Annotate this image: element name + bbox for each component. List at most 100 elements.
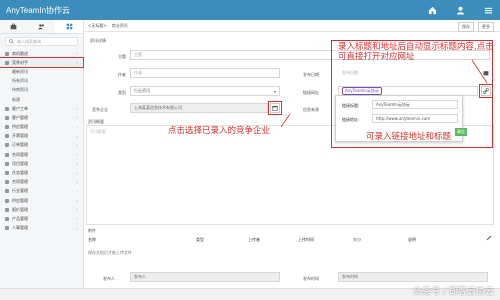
attachments-header: 名称 类型 上传者 上传时间 大小 说明 bbox=[88, 237, 493, 243]
sidebar-item-label: 待审资讯 bbox=[12, 87, 28, 93]
sidebar-tabs bbox=[0, 20, 84, 34]
menu-item-icon bbox=[5, 226, 9, 231]
app-title: AnyTeamIn协作云 bbox=[6, 5, 71, 15]
sidebar-item[interactable]: 所有资讯 bbox=[0, 77, 83, 86]
more-button[interactable]: 更多 bbox=[478, 22, 494, 32]
menu-item-icon bbox=[5, 106, 9, 111]
home-icon[interactable] bbox=[426, 4, 438, 16]
sidebar-item[interactable]: 产品管理 › bbox=[0, 214, 83, 223]
subject-placeholder: 主题 bbox=[134, 52, 142, 57]
chevron-right-icon: › bbox=[76, 106, 78, 112]
sidebar-item[interactable]: 商机跟进 › bbox=[0, 49, 83, 58]
chevron-down-icon: ▾ bbox=[273, 88, 276, 94]
att-col-type: 类型 bbox=[196, 237, 204, 242]
sidebar-item-label: 竞争对手 bbox=[12, 59, 28, 65]
user-icon[interactable] bbox=[454, 4, 466, 16]
menu-item-icon bbox=[5, 152, 9, 157]
publish-date-label: 发布日期 bbox=[303, 72, 319, 77]
subject-label: 主题 bbox=[118, 54, 126, 59]
section-details-title: 资讯详情 bbox=[90, 38, 106, 43]
publisher-label: 发布人 bbox=[103, 276, 115, 281]
sidebar: 输入搜索查询 商机跟进 › 竞争对手 › 最新资讯 所有资讯 待审资讯 新建 客户工单 › 客户管理… bbox=[0, 20, 84, 288]
sidebar-item[interactable]: 开票管理 › bbox=[0, 132, 83, 141]
sidebar-tab-grid[interactable] bbox=[55, 20, 84, 33]
sidebar-item[interactable]: 供应管理 › bbox=[0, 123, 83, 132]
tab-untitled[interactable]: <无标题> bbox=[88, 23, 107, 29]
sidebar-item[interactable]: 合同管理 › bbox=[0, 150, 83, 159]
att-col-size: 大小 bbox=[353, 237, 361, 242]
sidebar-item-label: 商机跟进 bbox=[12, 50, 28, 56]
save-button[interactable]: 保存 bbox=[458, 22, 474, 32]
sidebar-item[interactable]: 行业管理 › bbox=[0, 187, 83, 196]
menu-item-icon bbox=[5, 115, 9, 120]
menu-item-icon bbox=[5, 171, 9, 176]
sidebar-item-label: 任务管理 bbox=[12, 170, 28, 176]
briefcase-icon bbox=[11, 23, 17, 30]
attachments-empty-text: 保存文档后才能上传文件 bbox=[88, 250, 132, 255]
chevron-right-icon: › bbox=[76, 161, 78, 167]
sidebar-item[interactable]: 客户工单 › bbox=[0, 104, 83, 113]
chevron-right-icon: › bbox=[76, 142, 78, 148]
sidebar-item-label: 订单管理 bbox=[12, 142, 28, 148]
publisher-input[interactable]: 发布人 bbox=[130, 272, 280, 282]
sidebar-search-placeholder: 输入搜索查询 bbox=[17, 38, 41, 44]
sidebar-search-input[interactable]: 输入搜索查询 bbox=[5, 37, 78, 46]
chevron-right-icon: › bbox=[76, 207, 78, 213]
sidebar-item[interactable]: 竞争对手 › bbox=[0, 57, 84, 69]
sidebar-menu: 商机跟进 › 竞争对手 › 最新资讯 所有资讯 待审资讯 新建 客户工单 › 客户管理 › 供应管理 › 开… bbox=[0, 49, 84, 233]
sidebar-item-label: 最新资讯 bbox=[12, 68, 28, 74]
chevron-right-icon: › bbox=[76, 216, 78, 222]
sidebar-item-label: 供应管理 bbox=[12, 124, 28, 130]
sidebar-item-label: 所有资讯 bbox=[12, 78, 28, 84]
menu-icon[interactable] bbox=[482, 4, 494, 16]
sidebar-item[interactable]: 合同管理 › bbox=[0, 178, 83, 187]
top-bar: AnyTeamIn协作云 bbox=[0, 0, 500, 20]
attachment-upload-icon[interactable] bbox=[486, 235, 492, 241]
sidebar-item-label: 报价管理 bbox=[12, 206, 28, 212]
menu-item-icon bbox=[5, 51, 9, 56]
chevron-right-icon: › bbox=[76, 198, 78, 204]
sidebar-item-label: 合同管理 bbox=[12, 179, 28, 185]
watermark: 头条号 / 即客云协云 bbox=[413, 287, 494, 297]
sidebar-tab-briefcase[interactable] bbox=[0, 20, 28, 33]
attachments-section-title: 附件 bbox=[88, 228, 96, 233]
competitor-value: 上海某某信息技术有限公司 bbox=[134, 105, 182, 110]
publish-time-label: 发布时间 bbox=[303, 276, 319, 281]
sidebar-item[interactable]: 订单管理 › bbox=[0, 141, 83, 150]
publisher-placeholder: 发布人 bbox=[134, 274, 146, 279]
author-input[interactable]: 作者 bbox=[130, 68, 280, 78]
sidebar-item[interactable]: 新建 bbox=[0, 95, 83, 104]
sidebar-item-label: 项目管理 bbox=[12, 160, 28, 166]
chevron-right-icon: › bbox=[76, 170, 78, 176]
people-icon bbox=[38, 24, 44, 30]
sidebar-item[interactable]: 项目管理 › bbox=[0, 159, 83, 168]
menu-item-icon bbox=[5, 207, 9, 212]
att-col-uploader: 上传者 bbox=[248, 237, 260, 242]
publish-time-input[interactable]: 发布时间 bbox=[338, 272, 488, 282]
info-source-label: 信息来源 bbox=[303, 107, 319, 112]
sidebar-item[interactable]: 最新资讯 bbox=[0, 67, 83, 76]
sidebar-item[interactable]: 报价管理 › bbox=[0, 205, 83, 214]
sidebar-item[interactable]: 客户管理 › bbox=[0, 113, 83, 122]
summary-placeholder: 资讯概要 bbox=[90, 129, 106, 134]
menu-item-icon bbox=[5, 198, 9, 203]
menu-item-icon bbox=[5, 161, 9, 166]
arrow-link-icon bbox=[471, 59, 488, 84]
sidebar-item-label: 供应管理 bbox=[12, 197, 28, 203]
chevron-right-icon: › bbox=[76, 133, 78, 139]
sidebar-item[interactable]: 供应管理 › bbox=[0, 196, 83, 205]
arrow-competitor-icon bbox=[280, 113, 291, 128]
grid-icon bbox=[66, 23, 72, 30]
menu-item-icon bbox=[5, 216, 9, 221]
sidebar-item[interactable]: 待审资讯 bbox=[0, 86, 83, 95]
chevron-right-icon: › bbox=[76, 225, 78, 231]
sidebar-item[interactable]: 人事管理 › bbox=[0, 224, 83, 233]
sidebar-item-label: 人事管理 bbox=[12, 225, 28, 231]
tab-business-news[interactable]: 商业资讯 bbox=[112, 23, 128, 29]
category-select[interactable]: 行业资讯 ▾ bbox=[130, 86, 280, 96]
sidebar-tab-people[interactable] bbox=[28, 20, 56, 33]
competitor-input[interactable]: 上海某某信息技术有限公司 bbox=[130, 103, 268, 113]
sidebar-item[interactable]: 任务管理 › bbox=[0, 168, 83, 177]
att-col-upload-time: 上传时间 bbox=[298, 237, 314, 242]
att-col-note: 说明 bbox=[408, 237, 416, 242]
